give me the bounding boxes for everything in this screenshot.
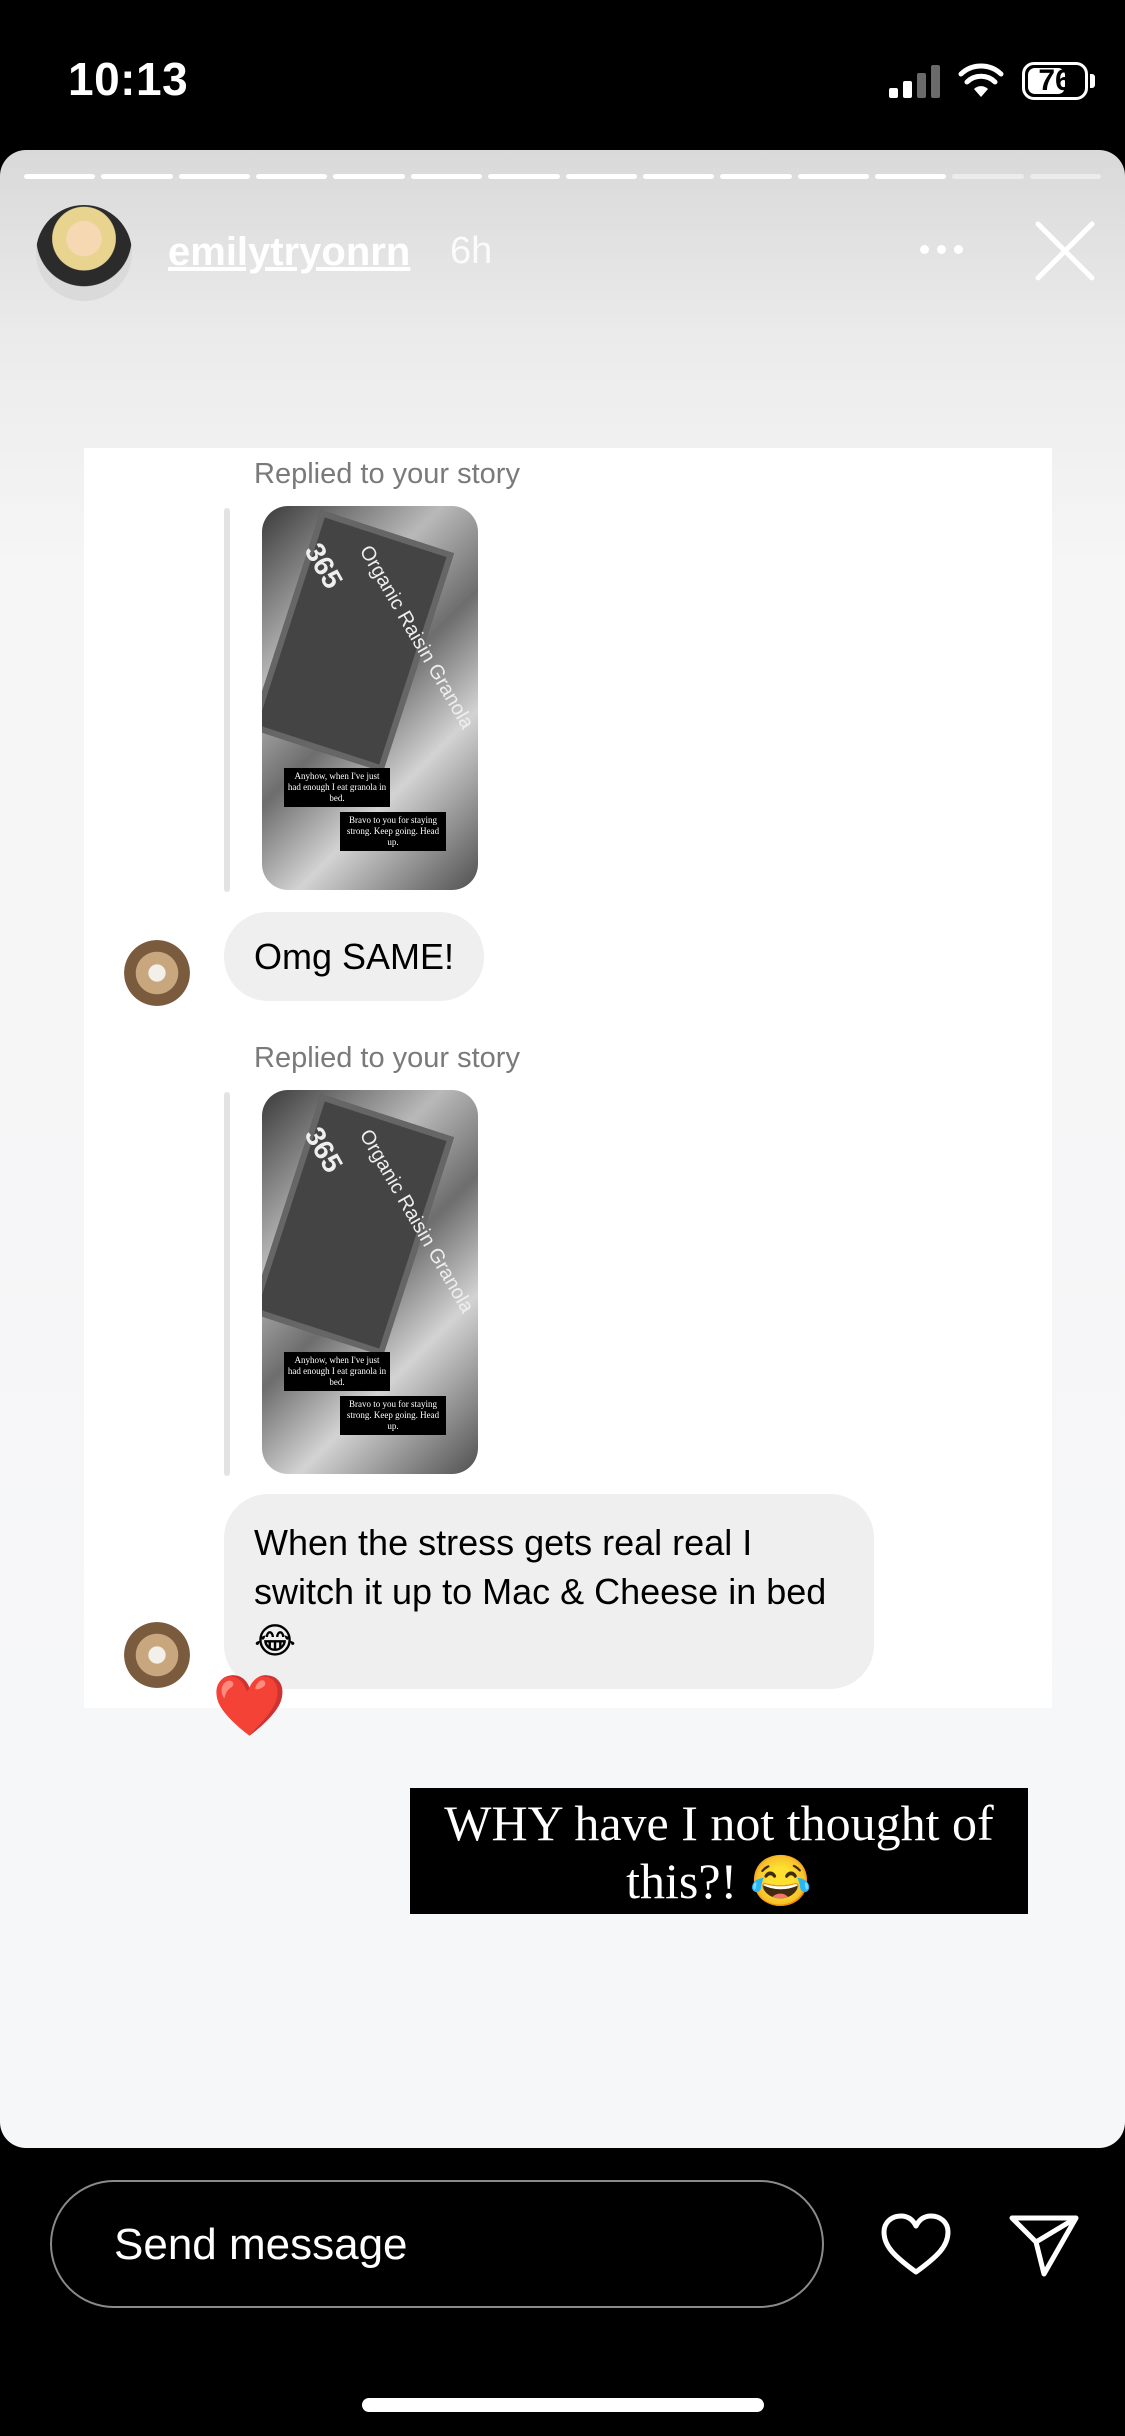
progress-segment (1029, 174, 1102, 179)
story-thumbnail: 365 Organic Raisin Granola Anyhow, when … (262, 1090, 478, 1474)
quote-bar (224, 508, 230, 892)
heart-reaction: ❤️ (212, 1672, 287, 1739)
send-message-input[interactable]: Send message (50, 2180, 824, 2308)
progress-segment (256, 174, 328, 179)
progress-segment (565, 174, 637, 179)
thumb-caption: Anyhow, when I've just had enough I eat … (284, 1352, 390, 1391)
signal-icon (889, 64, 940, 98)
quote-bar (224, 1092, 230, 1476)
progress-segment (720, 174, 792, 179)
status-time: 10:13 (68, 53, 189, 105)
battery-level: 76 (1038, 64, 1072, 97)
close-icon[interactable] (1030, 216, 1100, 286)
story-viewer[interactable]: emilytryonrn 6h Replied to your story 36… (0, 150, 1125, 2148)
progress-segment (410, 174, 483, 179)
more-icon[interactable] (920, 245, 963, 254)
home-indicator (362, 2398, 764, 2412)
story-progress (24, 174, 1102, 179)
story-caption: WHY have I not thought of this?! 😂 (410, 1788, 1028, 1914)
wifi-icon (958, 63, 1004, 97)
sender-avatar (124, 1622, 190, 1688)
message-bubble: When the stress gets real real I switch … (224, 1494, 874, 1689)
progress-segment (952, 174, 1024, 179)
progress-segment (642, 174, 715, 179)
avatar[interactable] (36, 205, 132, 301)
progress-segment (24, 174, 96, 179)
thumb-caption: Anyhow, when I've just had enough I eat … (284, 768, 390, 807)
progress-segment (178, 174, 251, 179)
replied-label: Replied to your story (254, 1042, 520, 1074)
sender-avatar (124, 940, 190, 1006)
message-bubble: Omg SAME! (224, 912, 485, 1001)
progress-segment (101, 174, 173, 179)
send-icon[interactable] (1008, 2212, 1080, 2278)
send-message-placeholder: Send message (114, 2220, 408, 2269)
progress-segment (797, 174, 869, 179)
progress-segment (333, 174, 405, 179)
progress-segment (488, 174, 560, 179)
thumb-caption: Bravo to you for staying strong. Keep go… (340, 1396, 446, 1435)
story-thumbnail: 365 Organic Raisin Granola Anyhow, when … (262, 506, 478, 890)
story-username[interactable]: emilytryonrn (168, 230, 410, 275)
replied-label: Replied to your story (254, 458, 520, 490)
thumb-caption: Bravo to you for staying strong. Keep go… (340, 812, 446, 851)
status-icons: 76 (889, 58, 1095, 104)
progress-segment (874, 174, 947, 179)
heart-icon[interactable] (880, 2212, 952, 2278)
story-age: 6h (450, 230, 493, 272)
battery-icon: 76 (1022, 62, 1088, 100)
